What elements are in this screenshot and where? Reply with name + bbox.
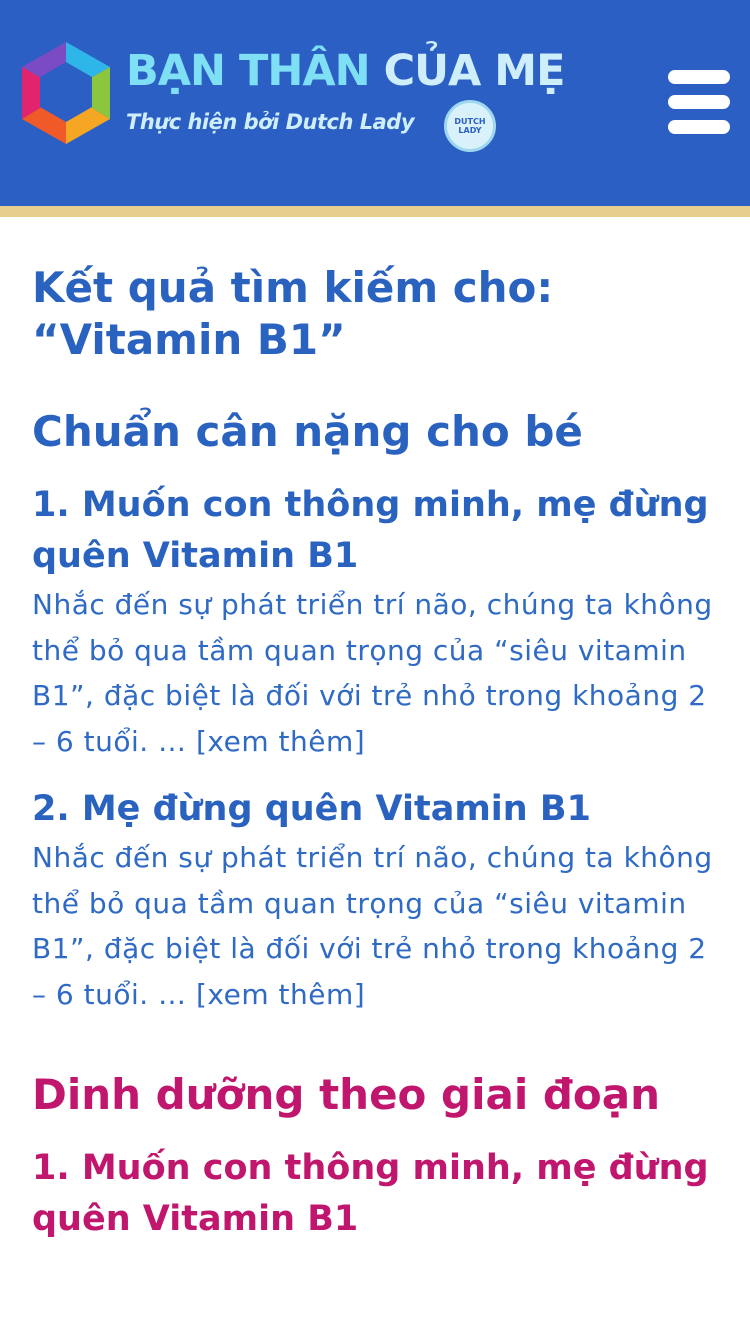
menu-bar — [668, 120, 730, 134]
hamburger-menu-icon[interactable] — [668, 70, 730, 134]
section-title: Dinh dưỡng theo giai đoạn — [32, 1070, 661, 1119]
brand-title-part1: BẠN THÂN — [126, 46, 384, 96]
brand-subtitle: Thực hiện bởi Dutch Lady — [126, 110, 415, 134]
brand-title[interactable]: BẠN THÂN CỦA MẸ — [126, 46, 566, 96]
section-title: Chuẩn cân nặng cho bé — [32, 407, 583, 456]
article-item: 2. Mẹ đừng quên Vitamin B1 Nhắc đến sự p… — [32, 784, 722, 1017]
menu-bar — [668, 95, 730, 109]
article-title-link[interactable]: 1. Muốn con thông minh, mẹ đừng quên Vit… — [32, 1143, 722, 1245]
search-query: “Vitamin B1” — [32, 315, 346, 364]
article-title-link[interactable]: 1. Muốn con thông minh, mẹ đừng quên Vit… — [32, 480, 722, 582]
header-divider — [0, 206, 750, 217]
article-item: 1. Muốn con thông minh, mẹ đừng quên Vit… — [32, 480, 722, 764]
brand-title-part2: CỦA MẸ — [383, 46, 566, 96]
excerpt-text: Nhắc đến sự phát triển trí não, chúng ta… — [32, 588, 713, 758]
site-header: BẠN THÂN CỦA MẸ Thực hiện bởi Dutch Lady… — [0, 0, 750, 206]
search-results: Kết quả tìm kiếm cho: “Vitamin B1” Chuẩn… — [32, 262, 722, 1245]
rainbow-hexagon-logo-icon[interactable] — [18, 40, 114, 146]
menu-bar — [668, 70, 730, 84]
dutch-lady-badge-icon: DUTCH LADY — [444, 100, 496, 152]
read-more-link[interactable]: [xem thêm] — [196, 978, 365, 1011]
article-title-link[interactable]: 2. Mẹ đừng quên Vitamin B1 — [32, 784, 722, 835]
article-item: 1. Muốn con thông minh, mẹ đừng quên Vit… — [32, 1143, 722, 1245]
search-results-heading: Kết quả tìm kiếm cho: “Vitamin B1” — [32, 262, 722, 366]
dutch-lady-badge-text: DUTCH LADY — [454, 117, 486, 135]
read-more-link[interactable]: [xem thêm] — [196, 725, 365, 758]
article-excerpt: Nhắc đến sự phát triển trí não, chúng ta… — [32, 582, 722, 764]
search-heading-line1: Kết quả tìm kiếm cho: — [32, 263, 554, 312]
article-excerpt: Nhắc đến sự phát triển trí não, chúng ta… — [32, 835, 722, 1017]
excerpt-text: Nhắc đến sự phát triển trí não, chúng ta… — [32, 841, 713, 1011]
